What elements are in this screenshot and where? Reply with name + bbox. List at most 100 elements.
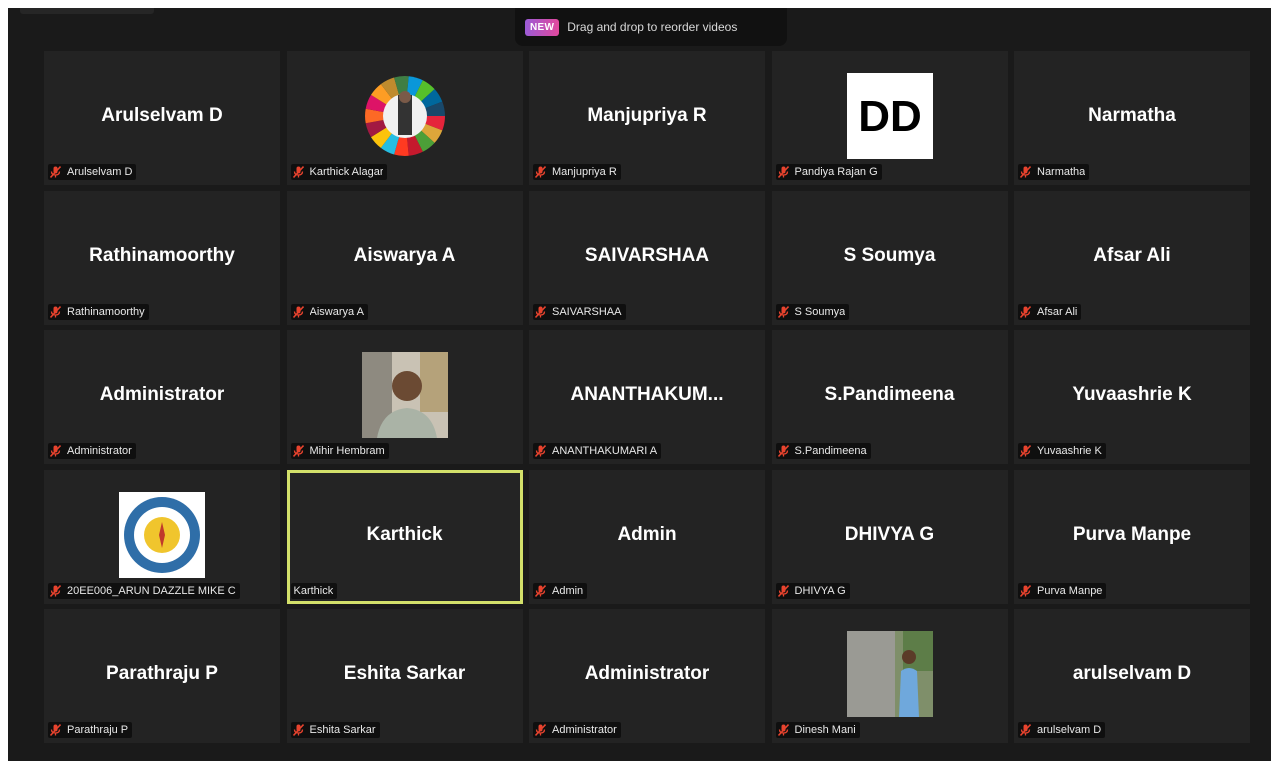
participant-name-label: ANANTHAKUMARI A (533, 443, 662, 459)
participant-display-name: Manjupriya R (587, 105, 707, 126)
participant-label-text: S.Pandimeena (794, 445, 867, 457)
svg-text:DD: DD (858, 92, 922, 141)
participant-display-name: Narmatha (1088, 105, 1176, 126)
reorder-tip-toast: NEW Drag and drop to reorder videos (515, 8, 787, 46)
toast-text: Drag and drop to reorder videos (567, 20, 738, 34)
muted-mic-icon (292, 166, 310, 178)
participant-tile[interactable]: Mihir Hembram (286, 330, 523, 464)
participant-display-name: Aiswarya A (353, 244, 456, 266)
participant-display-name: Parathraju P (106, 663, 218, 684)
participant-tile[interactable]: Administrator Administrator (44, 330, 280, 464)
participant-display-name: Administrator (584, 663, 710, 684)
participant-name-label: Admin (533, 582, 588, 599)
participant-label-text: Arulselvam D (67, 166, 133, 178)
participant-tile[interactable]: DD Pandiya Rajan G (771, 51, 1008, 185)
muted-mic-icon (535, 305, 552, 318)
participant-tile[interactable]: Parathraju P Parathraju P (44, 609, 280, 743)
muted-mic-icon (50, 445, 67, 457)
participant-avatar (846, 631, 933, 717)
participant-tile[interactable]: ANANTHAKUM... ANANTHAKUMARI A (529, 330, 765, 464)
participant-tile[interactable]: Dinesh Mani (771, 609, 1008, 743)
participant-display-name: DHIVYA G (844, 523, 935, 545)
muted-mic-icon (50, 305, 67, 318)
participant-avatar-logo: DD (846, 73, 933, 159)
participant-name-label: Eshita Sarkar (290, 722, 380, 738)
participant-tile[interactable]: DHIVYA G DHIVYA G (771, 469, 1008, 604)
participant-name-label: 20EE006_ARUN DAZZLE MIKE C (48, 582, 240, 599)
muted-mic-icon (50, 724, 67, 736)
participant-tile[interactable]: Karthick Alagar (286, 51, 523, 185)
participant-tile[interactable]: Manjupriya R Manjupriya R (529, 51, 765, 185)
participant-tile[interactable]: Rathinamoorthy Rathinamoorthy (44, 190, 280, 325)
meeting-window: NEW Drag and drop to reorder videos Arul… (8, 8, 1271, 761)
muted-mic-icon (292, 724, 310, 736)
participant-label-text: Dinesh Mani (794, 724, 856, 736)
participant-name-label: Parathraju P (48, 722, 133, 738)
participant-label-text: Administrator (552, 724, 617, 736)
participant-name-label: arulselvam D (1018, 722, 1106, 738)
participant-name-label: Mihir Hembram (290, 443, 389, 459)
participant-tile[interactable]: S.Pandimeena S.Pandimeena (771, 330, 1008, 464)
participant-label-text: DHIVYA G (794, 584, 846, 597)
participant-display-name: Karthick (366, 523, 443, 545)
participant-tile[interactable]: Eshita Sarkar Eshita Sarkar (286, 609, 523, 743)
muted-mic-icon (777, 584, 795, 597)
participant-tile[interactable]: Afsar Ali Afsar Ali (1014, 190, 1250, 325)
participant-tile[interactable]: Narmatha Narmatha (1014, 51, 1250, 185)
participant-name-label: Rathinamoorthy (48, 303, 149, 320)
participant-name-label: Pandiya Rajan G (775, 164, 882, 180)
participant-display-name: Rathinamoorthy (89, 244, 235, 266)
muted-mic-icon (50, 166, 67, 178)
participant-tile[interactable]: SAIVARSHAA SAIVARSHAA (529, 190, 765, 325)
muted-mic-icon (535, 584, 552, 597)
participant-tile[interactable]: 20EE006_ARUN DAZZLE MIKE C (44, 469, 280, 604)
participant-label-text: S Soumya (794, 305, 846, 318)
participant-name-label: Narmatha (1018, 164, 1090, 180)
muted-mic-icon (777, 724, 795, 736)
participant-name-label: Aiswarya A (290, 303, 368, 320)
muted-mic-icon (1020, 724, 1037, 736)
participant-display-name: Admin (617, 523, 677, 545)
participant-avatar (119, 491, 205, 578)
participant-avatar (361, 352, 448, 438)
muted-mic-icon (777, 166, 795, 178)
participant-tile[interactable]: Administrator Administrator (529, 609, 765, 743)
participant-name-label: S.Pandimeena (775, 443, 871, 459)
participant-name-label: SAIVARSHAA (533, 303, 626, 320)
participant-tile[interactable]: Admin Admin (529, 469, 765, 604)
muted-mic-icon (535, 166, 552, 178)
participant-display-name: Purva Manpe (1072, 523, 1192, 545)
participant-display-name: S.Pandimeena (824, 384, 955, 405)
participant-label-text: Purva Manpe (1037, 584, 1103, 597)
participant-name-label: Karthick (290, 582, 338, 599)
participant-name-label: DHIVYA G (775, 582, 850, 599)
participant-label-text: Narmatha (1037, 166, 1086, 178)
participant-label-text: Manjupriya R (552, 166, 617, 178)
participant-tile[interactable]: Purva Manpe Purva Manpe (1014, 469, 1250, 604)
muted-mic-icon (292, 305, 310, 318)
participant-label-text: Karthick (293, 584, 334, 597)
participant-label-text: Aiswarya A (309, 305, 364, 318)
participant-label-text: Mihir Hembram (309, 445, 385, 457)
participant-name-label: Karthick Alagar (290, 164, 388, 180)
participant-label-text: Administrator (67, 445, 132, 457)
participant-display-name: Arulselvam D (101, 105, 223, 126)
muted-mic-icon (1020, 166, 1037, 178)
muted-mic-icon (292, 445, 310, 457)
participant-display-name: SAIVARSHAA (584, 244, 710, 266)
participant-name-label: Afsar Ali (1018, 303, 1082, 320)
participant-tile[interactable]: Arulselvam D Arulselvam D (44, 51, 280, 185)
participant-tile[interactable]: arulselvam D arulselvam D (1014, 609, 1250, 743)
participant-display-name: Yuvaashrie K (1072, 384, 1192, 405)
muted-mic-icon (1020, 305, 1037, 318)
participant-tile[interactable]: S Soumya S Soumya (771, 190, 1008, 325)
participant-tile[interactable]: Yuvaashrie K Yuvaashrie K (1014, 330, 1250, 464)
new-badge: NEW (525, 18, 560, 36)
participant-name-label: S Soumya (775, 303, 850, 320)
top-bar-handle[interactable] (20, 8, 154, 14)
participant-name-label: Dinesh Mani (775, 722, 860, 738)
participant-tile[interactable]: Aiswarya A Aiswarya A (286, 190, 523, 325)
participant-tile[interactable]: Karthick Karthick (286, 469, 523, 604)
participant-label-text: Yuvaashrie K (1037, 445, 1102, 457)
muted-mic-icon (50, 584, 67, 597)
